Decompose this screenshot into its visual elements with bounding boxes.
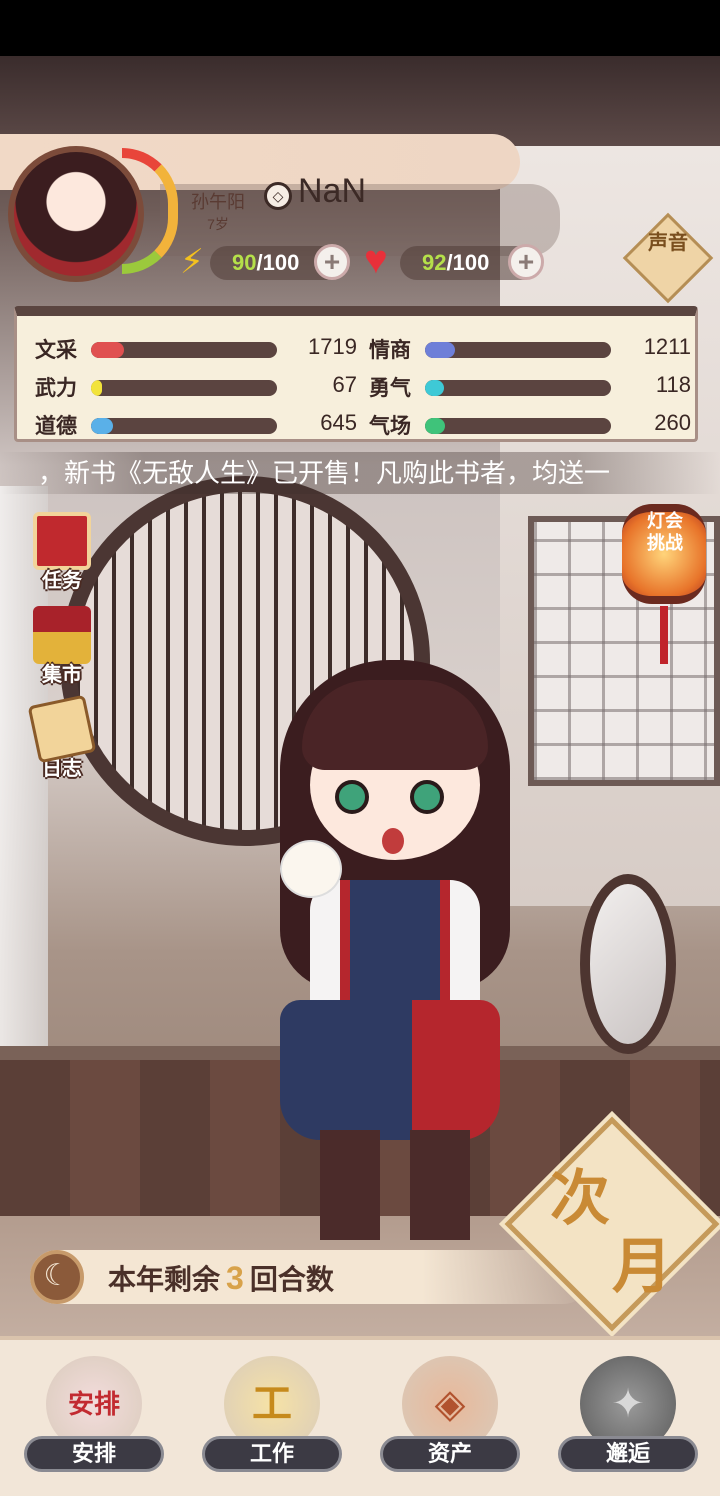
sound-label[interactable]: 声音 <box>636 230 700 286</box>
stat-value: 645 <box>320 410 357 435</box>
player-age: 7岁 <box>207 216 229 232</box>
nav-encounter[interactable]: ✦ 邂逅 <box>558 1356 698 1486</box>
stat-bar <box>91 342 277 358</box>
stat-label: 气场 <box>369 415 411 438</box>
turns-count: 3 <box>226 1260 244 1296</box>
stat-fill <box>91 418 114 434</box>
lantern-label: 灯会挑战 <box>647 511 683 553</box>
scroll-icon <box>33 512 91 570</box>
character-eye-left <box>335 780 369 814</box>
nav-assets-label: 资产 <box>380 1436 520 1472</box>
stat-label: 道德 <box>35 415 77 438</box>
turns-suffix: 回合数 <box>249 1264 334 1295</box>
character-bangs <box>302 680 488 770</box>
lantern-tassel <box>660 606 668 664</box>
heart-icon: ♥ <box>364 238 388 282</box>
stat-row-qichang: 气场 260 <box>351 406 691 442</box>
stat-row-yongqi: 勇气 118 <box>351 368 691 404</box>
stat-fill <box>91 380 103 396</box>
nav-work[interactable]: 工 工作 <box>202 1356 342 1486</box>
bottom-navigation: 安排 安排 工 工作 ◈ 资产 ✦ 邂逅 <box>0 1336 720 1496</box>
next-month-label-2[interactable]: 月 <box>612 1218 672 1305</box>
stat-fill <box>425 342 455 358</box>
stat-row-qingshang: 情商 1211 <box>351 330 691 366</box>
attribute-panel: 文采 1719 武力 67 道德 645 情商 1211 勇气 118 气场 2… <box>14 306 698 442</box>
task-button[interactable]: 任务 <box>22 512 102 593</box>
nav-assets[interactable]: ◈ 资产 <box>380 1356 520 1486</box>
stat-bar <box>91 380 277 396</box>
lightning-icon: ⚡ <box>180 243 204 281</box>
lantern-event-button[interactable]: 灯会挑战 <box>622 494 708 670</box>
character-mouth <box>382 828 404 854</box>
player-id-value: NaN <box>298 172 367 210</box>
stat-value: 1719 <box>308 334 357 359</box>
nav-work-label: 工作 <box>202 1436 342 1472</box>
diary-scroll-icon <box>27 694 97 764</box>
stat-bar <box>425 342 611 358</box>
character-boots <box>320 1130 470 1240</box>
market-label: 集市 <box>42 664 82 686</box>
energy-current: 90 <box>232 250 257 275</box>
player-character[interactable] <box>240 650 540 1250</box>
turns-prefix: 本年剩余 <box>108 1264 221 1295</box>
add-health-button[interactable]: + <box>508 244 544 280</box>
stat-fill <box>91 342 125 358</box>
stat-label: 情商 <box>369 339 411 362</box>
stat-fill <box>425 418 446 434</box>
nav-arrange[interactable]: 安排 安排 <box>24 1356 164 1486</box>
log-button[interactable]: 日志 <box>22 694 102 781</box>
id-diamond-icon: ◇ <box>264 182 292 210</box>
stat-row-wuli: 武力 67 <box>17 368 357 404</box>
stat-label: 文采 <box>35 339 77 362</box>
dressing-mirror <box>580 874 676 1054</box>
stat-row-wencai: 文采 1719 <box>17 330 357 366</box>
ceiling-beams <box>0 56 720 146</box>
stat-fill <box>425 380 444 396</box>
stat-value: 67 <box>332 372 357 397</box>
stat-label: 武力 <box>35 377 77 400</box>
treasure-chest-icon <box>33 606 91 664</box>
stat-label: 勇气 <box>369 377 411 400</box>
stat-bar <box>425 418 611 434</box>
health-current: 92 <box>422 250 447 275</box>
task-label: 任务 <box>42 570 82 592</box>
news-marquee: ，新书《无敌人生》已开售！凡购此书者，均送一 <box>0 452 720 494</box>
stat-row-daode: 道德 645 <box>17 406 357 442</box>
stat-bar <box>91 418 277 434</box>
turns-remaining-text: 本年剩余 3 回合数 <box>108 1258 334 1298</box>
health-max: /100 <box>446 250 490 275</box>
stat-value: 1211 <box>643 334 691 359</box>
stat-value: 260 <box>654 410 691 435</box>
turns-remaining-bar: ☾ 本年剩余 3 回合数 <box>30 1250 590 1304</box>
energy-max: /100 <box>256 250 300 275</box>
nav-arrange-label: 安排 <box>24 1436 164 1472</box>
nav-encounter-label: 邂逅 <box>558 1436 698 1472</box>
market-button[interactable]: 集市 <box>22 606 102 687</box>
character-skirt <box>280 1000 500 1140</box>
next-month-label-1[interactable]: 次 <box>550 1150 610 1237</box>
steamed-bun <box>280 840 342 898</box>
player-name-tag: 孙午阳 7岁 <box>174 184 262 238</box>
character-eye-right <box>410 780 444 814</box>
stat-value: 118 <box>655 372 691 397</box>
stat-bar <box>425 380 611 396</box>
moon-icon: ☾ <box>30 1250 84 1304</box>
add-energy-button[interactable]: + <box>314 244 350 280</box>
player-hud: 孙午阳 7岁 ◇ NaN ⚡ 90/100 + ♥ 92/100 + <box>0 134 720 294</box>
player-name: 孙午阳 <box>191 192 245 212</box>
character-vest <box>340 880 450 1010</box>
